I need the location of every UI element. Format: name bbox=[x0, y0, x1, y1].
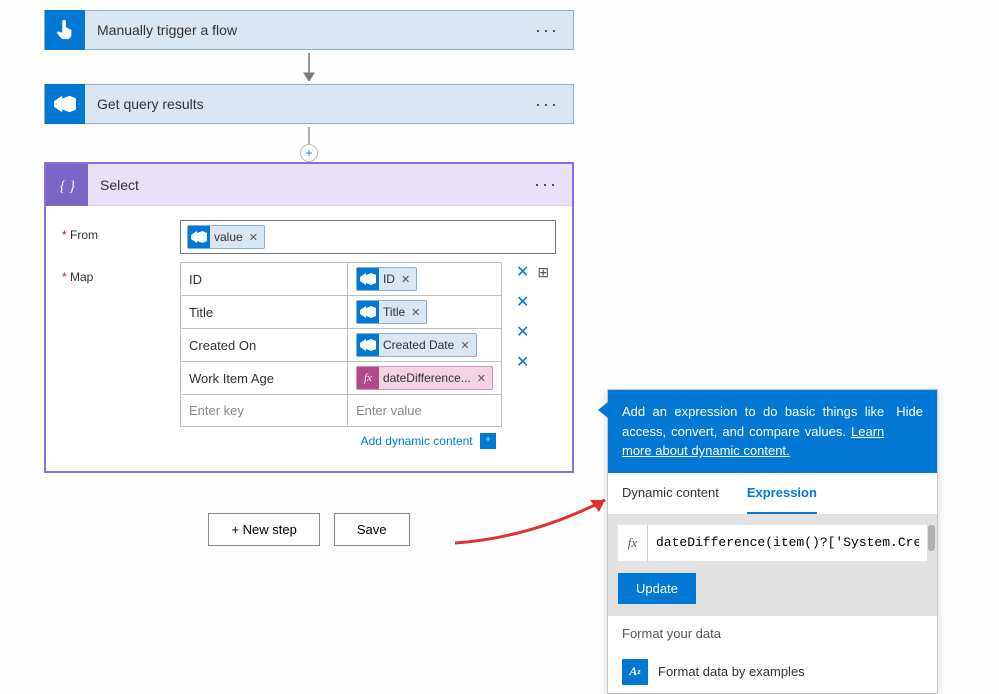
save-button[interactable]: Save bbox=[334, 513, 410, 546]
select-step-menu[interactable]: ··· bbox=[520, 174, 572, 195]
tab-dynamic-content[interactable]: Dynamic content bbox=[622, 473, 719, 514]
map-key-input[interactable]: ID bbox=[181, 263, 348, 296]
map-table: ID ID ✕ Title bbox=[180, 262, 502, 427]
panel-banner-text: Add an expression to do basic things lik… bbox=[622, 402, 884, 461]
format-data-by-examples[interactable]: Az Format data by examples bbox=[608, 651, 937, 693]
delete-row-icon[interactable]: ✕ bbox=[516, 324, 529, 341]
table-row: Created On Created Date ✕ bbox=[181, 329, 502, 362]
hide-panel-button[interactable]: Hide bbox=[896, 402, 923, 461]
dynamic-content-badge-icon[interactable]: ⁺ bbox=[480, 433, 496, 449]
add-dynamic-content-link[interactable]: Add dynamic content bbox=[361, 434, 473, 448]
table-row: Title Title ✕ bbox=[181, 296, 502, 329]
expression-input[interactable] bbox=[648, 525, 927, 561]
map-key-input[interactable]: Work Item Age bbox=[181, 362, 348, 395]
expression-panel: Add an expression to do basic things lik… bbox=[607, 389, 938, 694]
table-row: Enter key Enter value bbox=[181, 395, 502, 427]
map-value-input[interactable]: Enter value bbox=[347, 395, 501, 427]
map-value-input[interactable]: fx dateDifference... ✕ bbox=[347, 362, 501, 395]
trigger-step-menu[interactable]: ··· bbox=[521, 20, 573, 41]
delete-row-icon[interactable]: ✕ bbox=[516, 294, 529, 311]
scrollbar[interactable] bbox=[927, 515, 935, 616]
map-label: * Map bbox=[62, 262, 180, 455]
flow-arrow: + bbox=[44, 124, 574, 152]
map-value-token[interactable]: Created Date ✕ bbox=[356, 333, 477, 357]
map-value-token[interactable]: ID ✕ bbox=[356, 267, 417, 291]
new-step-button[interactable]: + New step bbox=[208, 513, 319, 546]
azure-devops-icon bbox=[357, 268, 379, 290]
map-key-input[interactable]: Title bbox=[181, 296, 348, 329]
azure-devops-icon bbox=[357, 301, 379, 323]
map-value-input[interactable]: ID ✕ bbox=[347, 263, 501, 296]
map-value-token-expression[interactable]: fx dateDifference... ✕ bbox=[356, 366, 493, 390]
map-value-token[interactable]: Title ✕ bbox=[356, 300, 427, 324]
fx-icon: fx bbox=[618, 525, 648, 561]
update-button[interactable]: Update bbox=[618, 573, 696, 604]
query-step-title: Get query results bbox=[85, 96, 521, 112]
remove-token-icon[interactable]: ✕ bbox=[411, 306, 420, 319]
map-key-input[interactable]: Enter key bbox=[181, 395, 348, 427]
svg-text:{ }: { } bbox=[60, 178, 76, 194]
select-step-title: Select bbox=[88, 177, 520, 193]
switch-mode-icon[interactable]: ⊞ bbox=[537, 264, 549, 280]
remove-token-icon[interactable]: ✕ bbox=[401, 273, 410, 286]
map-value-input[interactable]: Title ✕ bbox=[347, 296, 501, 329]
format-data-header: Format your data bbox=[608, 616, 937, 651]
trigger-step[interactable]: Manually trigger a flow ··· bbox=[44, 10, 574, 50]
azure-devops-icon bbox=[357, 334, 379, 356]
query-step[interactable]: Get query results ··· bbox=[44, 84, 574, 124]
scrollbar-thumb[interactable] bbox=[928, 525, 935, 551]
select-step: { } Select ··· * From value ✕ bbox=[44, 162, 574, 473]
remove-token-icon[interactable]: ✕ bbox=[477, 372, 486, 385]
delete-row-icon[interactable]: ✕ bbox=[516, 264, 529, 281]
table-row: Work Item Age fx dateDifference... ✕ bbox=[181, 362, 502, 395]
azure-devops-icon bbox=[188, 226, 210, 248]
from-token[interactable]: value ✕ bbox=[187, 225, 265, 249]
flow-arrow bbox=[44, 50, 574, 84]
table-row: ID ID ✕ bbox=[181, 263, 502, 296]
remove-token-icon[interactable]: ✕ bbox=[249, 231, 258, 244]
trigger-step-title: Manually trigger a flow bbox=[85, 22, 521, 38]
touch-icon bbox=[45, 10, 85, 50]
select-icon: { } bbox=[46, 164, 88, 206]
from-input[interactable]: value ✕ bbox=[180, 220, 556, 254]
map-value-input[interactable]: Created Date ✕ bbox=[347, 329, 501, 362]
tab-expression[interactable]: Expression bbox=[747, 473, 817, 514]
delete-row-icon[interactable]: ✕ bbox=[516, 354, 529, 371]
select-step-header[interactable]: { } Select ··· bbox=[46, 164, 572, 206]
callout-arrow-icon bbox=[598, 402, 608, 418]
from-label: * From bbox=[62, 220, 180, 254]
remove-token-icon[interactable]: ✕ bbox=[460, 339, 469, 352]
azure-devops-icon bbox=[45, 84, 85, 124]
map-key-input[interactable]: Created On bbox=[181, 329, 348, 362]
query-step-menu[interactable]: ··· bbox=[521, 94, 573, 115]
add-step-button[interactable]: + bbox=[300, 144, 318, 162]
fx-icon: fx bbox=[357, 367, 379, 389]
format-icon: Az bbox=[622, 659, 648, 685]
